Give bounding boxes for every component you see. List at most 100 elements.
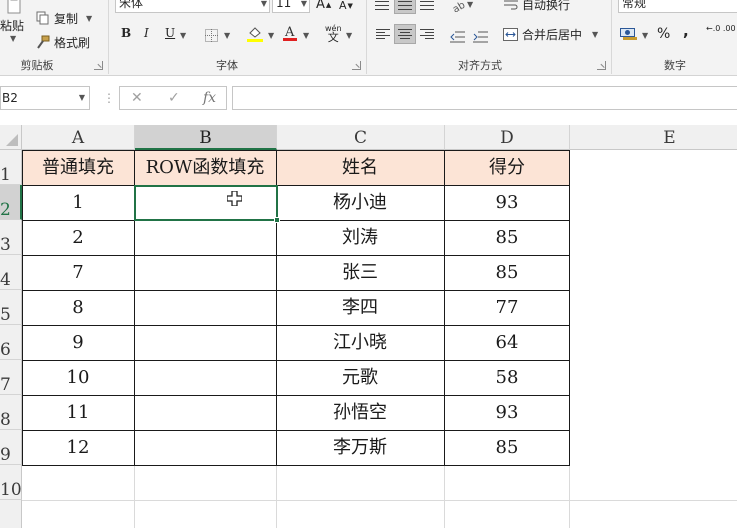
table-divider [22, 325, 570, 326]
row-header-6[interactable]: 6 [0, 325, 22, 360]
merge-center-dropdown-icon[interactable]: ▼ [592, 30, 598, 39]
active-cell-b2[interactable] [134, 185, 278, 221]
phonetic-dropdown-icon[interactable]: ▼ [346, 31, 352, 40]
fill-handle[interactable] [274, 217, 280, 223]
phonetic-wen-icon: 文 [327, 31, 339, 44]
orientation-icon[interactable]: ab [451, 0, 467, 16]
insert-function-icon[interactable]: fx [203, 90, 216, 106]
table-outline [22, 150, 570, 466]
column-header-c[interactable]: C [277, 125, 445, 150]
row-header-10[interactable]: 10 [0, 465, 22, 500]
row-header-5[interactable]: 5 [0, 290, 22, 325]
svg-text:ab: ab [452, 0, 466, 12]
paste-button[interactable]: 粘贴 ▼ [0, 0, 30, 48]
formula-input[interactable] [232, 86, 737, 110]
format-painter-label: 格式刷 [54, 35, 91, 50]
column-header-e[interactable]: E [570, 125, 737, 150]
align-right-icon[interactable] [420, 29, 434, 40]
bold-button[interactable]: B [121, 26, 131, 40]
font-size-dropdown-icon: ▼ [300, 0, 307, 8]
column-header-b[interactable]: B [135, 125, 277, 150]
borders-dropdown-icon[interactable]: ▼ [224, 31, 230, 40]
underline-button[interactable]: U [165, 26, 175, 40]
copy-button[interactable]: 复制 ▼ [36, 10, 92, 26]
svg-text:A: A [284, 25, 295, 40]
name-box-value: B2 [2, 91, 18, 105]
wrap-text-label: 自动换行 [522, 0, 571, 12]
font-size-select[interactable]: 11 ▼ [272, 0, 310, 13]
font-color-dropdown-icon[interactable]: ▼ [303, 31, 309, 40]
accounting-format-icon[interactable] [620, 26, 638, 41]
gridline [22, 500, 737, 501]
alignment-group-label: 对齐方式 [458, 59, 502, 72]
row-header-11[interactable] [0, 500, 22, 528]
merge-center-button[interactable]: 合并后居中 ▼ [503, 26, 598, 43]
font-color-icon[interactable]: A [283, 24, 297, 42]
copy-icon [36, 11, 50, 25]
align-bottom-icon[interactable] [420, 1, 434, 12]
align-middle-icon[interactable] [398, 1, 412, 12]
wrap-text-icon [504, 0, 518, 11]
fill-color-icon[interactable] [247, 25, 263, 42]
number-group-label: 数字 [664, 59, 686, 72]
column-header-a[interactable]: A [22, 125, 135, 150]
select-all-button[interactable] [0, 125, 22, 150]
alignment-dialog-launcher[interactable] [597, 61, 606, 70]
number-format-select[interactable]: 常规 [618, 0, 737, 13]
clipboard-dialog-launcher[interactable] [94, 61, 103, 70]
table-divider [22, 395, 570, 396]
increase-indent-icon[interactable] [473, 28, 488, 43]
format-painter-button[interactable]: 格式刷 [36, 34, 90, 50]
row-header-2[interactable]: 2 [0, 185, 22, 220]
row-header-8[interactable]: 8 [0, 395, 22, 430]
font-size-value: 11 [276, 0, 292, 10]
table-divider [22, 255, 570, 256]
paste-label: 粘贴 [0, 19, 25, 33]
formula-bar-resize-handle[interactable]: ⋮ [103, 90, 115, 106]
format-painter-icon [36, 35, 50, 49]
name-box-dropdown-icon[interactable]: ▼ [79, 87, 85, 109]
worksheet-grid: A B C D E 1 2 3 4 5 6 7 8 9 10 普通填充 ROW函数… [0, 125, 737, 528]
row-header-3[interactable]: 3 [0, 220, 22, 255]
increase-decimal-glyph: ←.0 .00 [706, 24, 736, 33]
cancel-icon[interactable]: ✕ [131, 90, 143, 106]
increase-decimal-button[interactable]: ←.0 .00 [706, 24, 736, 33]
formula-actions: ✕ ✓ fx [119, 86, 227, 110]
table-divider [22, 290, 570, 291]
phonetic-guide-button[interactable]: wén 文 [325, 24, 342, 44]
row-header-9[interactable]: 9 [0, 430, 22, 465]
borders-icon[interactable] [205, 27, 218, 42]
comma-style-button[interactable]: , [683, 22, 689, 40]
font-name-select[interactable]: 宋体 ▼ [115, 0, 270, 13]
orientation-dropdown-icon[interactable]: ▼ [467, 0, 473, 9]
merge-center-icon [503, 28, 518, 41]
table-divider [22, 220, 570, 221]
row-header-4[interactable]: 4 [0, 255, 22, 290]
number-format-value: 常规 [622, 0, 647, 10]
decrease-indent-icon[interactable] [450, 28, 465, 43]
paste-dropdown-icon[interactable]: ▼ [10, 34, 16, 43]
copy-label: 复制 [54, 11, 79, 26]
percent-style-button[interactable]: % [657, 26, 670, 42]
row-header-7[interactable]: 7 [0, 360, 22, 395]
wrap-text-button[interactable]: 自动换行 [504, 0, 570, 13]
column-header-d[interactable]: D [445, 125, 570, 150]
enter-icon[interactable]: ✓ [168, 90, 180, 106]
decrease-font-size-button[interactable]: A ▼ [339, 0, 353, 12]
italic-button[interactable]: I [144, 26, 149, 40]
increase-font-size-button[interactable]: A ▲ [316, 0, 331, 12]
fill-color-dropdown-icon[interactable]: ▼ [268, 31, 274, 40]
font-name-dropdown-icon: ▼ [260, 0, 267, 8]
name-box[interactable]: B2 ▼ [0, 86, 90, 110]
row-header-1[interactable]: 1 [0, 150, 22, 185]
underline-dropdown-icon[interactable]: ▼ [180, 31, 186, 40]
table-divider [444, 150, 445, 466]
align-top-icon[interactable] [375, 1, 389, 12]
group-separator [366, 0, 367, 74]
clipboard-group-label: 剪贴板 [20, 59, 54, 72]
copy-dropdown-icon[interactable]: ▼ [86, 14, 92, 23]
accounting-dropdown-icon[interactable]: ▼ [642, 31, 648, 40]
font-dialog-launcher[interactable] [352, 61, 361, 70]
align-center-icon[interactable] [398, 29, 412, 40]
align-left-icon[interactable] [376, 29, 390, 40]
